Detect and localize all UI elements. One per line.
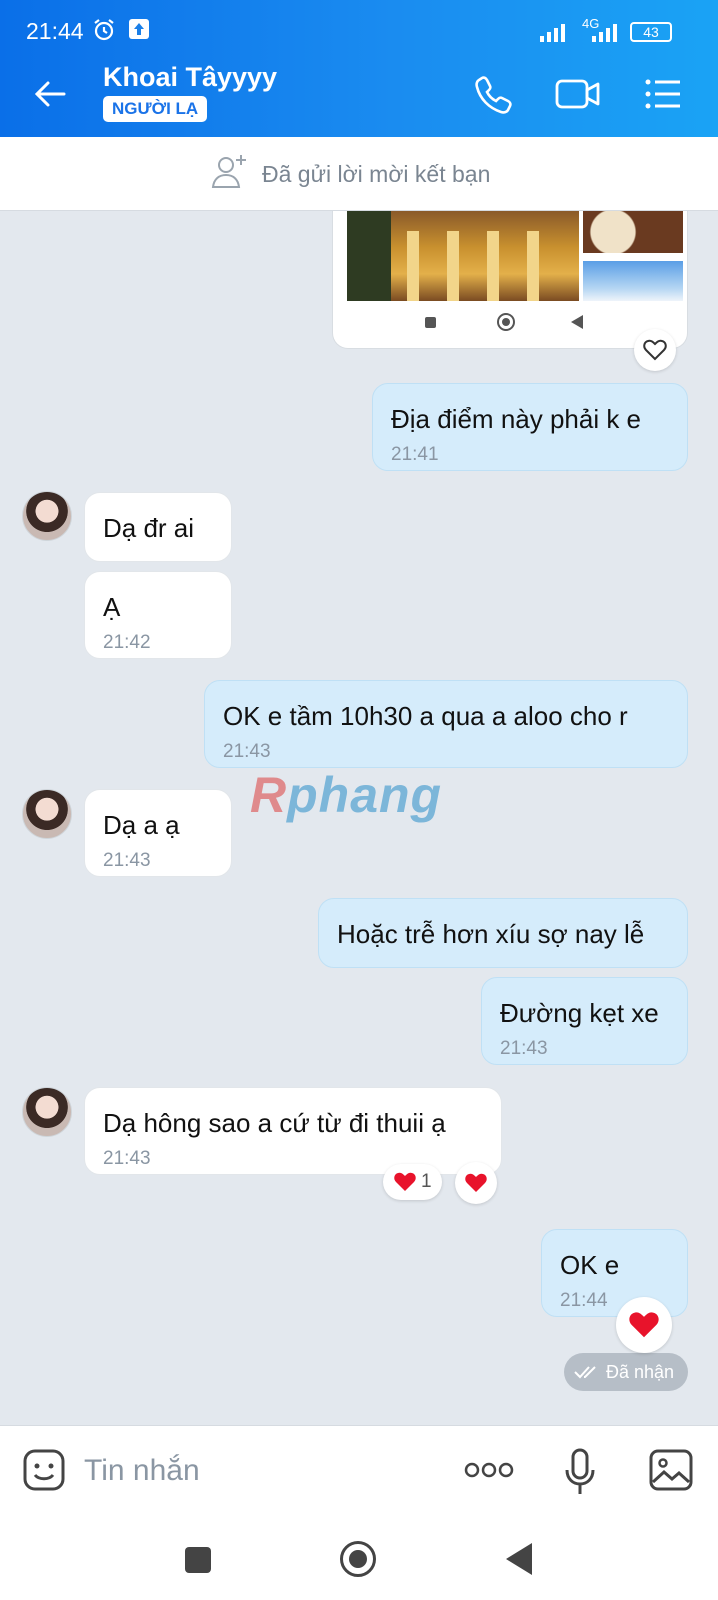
heart-icon: [629, 1312, 659, 1338]
shared-image-sky[interactable]: [583, 261, 683, 301]
upload-icon: [129, 19, 149, 39]
battery-level: 43: [643, 24, 659, 40]
react-button[interactable]: [634, 329, 676, 371]
message-time: 21:44: [560, 1290, 608, 1311]
heart-outline-icon: [643, 339, 667, 361]
message-text: Địa điểm này phải k e: [391, 404, 642, 434]
double-check-icon: [574, 1366, 596, 1379]
video-call-icon[interactable]: [554, 72, 602, 116]
signal-4g-icon: [592, 24, 617, 42]
message-text: Dạ a ạ: [103, 810, 180, 840]
seen-label: Đã nhận: [606, 1361, 675, 1382]
reaction-count: 1: [421, 1171, 432, 1192]
friend-request-bar: Đã gửi lời mời kết bạn: [0, 137, 718, 211]
chat-header: Khoai Tâyyyy NGƯỜI LẠ: [0, 50, 718, 137]
menu-list-icon[interactable]: [640, 72, 684, 116]
contact-avatar[interactable]: [22, 491, 72, 541]
message-bubble[interactable]: Ạ 21:42: [84, 571, 232, 659]
message-bubble[interactable]: Dạ đr ai: [84, 492, 232, 562]
chat-area[interactable]: Địa điểm này phải k e 21:41 Dạ đr ai Ạ 2…: [0, 211, 718, 1425]
message-text: OK e tầm 10h30 a qua a aloo cho r: [223, 701, 628, 731]
image-nav-square: [425, 317, 436, 328]
message-input-bar: Tin nhắn: [0, 1425, 718, 1517]
message-time: 21:42: [103, 632, 151, 653]
message-text: OK e: [560, 1250, 620, 1280]
react-button[interactable]: [616, 1297, 672, 1353]
react-button[interactable]: [455, 1162, 497, 1204]
battery-icon: 43: [630, 22, 672, 42]
stranger-badge: NGƯỜI LẠ: [103, 96, 208, 122]
signal-icon: [540, 24, 565, 42]
heart-icon: [394, 1172, 416, 1191]
friend-request-text: Đã gửi lời mời kết bạn: [262, 161, 491, 187]
message-bubble[interactable]: OK e 21:44: [541, 1229, 688, 1317]
message-time: 21:43: [500, 1038, 548, 1059]
message-bubble[interactable]: Hoặc trễ hơn xíu sợ nay lễ: [318, 898, 688, 968]
message-text: Ạ: [103, 592, 121, 622]
watermark-part-2: phang: [287, 767, 443, 823]
shared-image-building[interactable]: [347, 211, 579, 301]
watermark-part-1: R: [250, 767, 288, 823]
image-nav-circle: [497, 313, 515, 331]
recent-apps-button[interactable]: [185, 1547, 211, 1573]
shared-image-food[interactable]: [583, 211, 683, 253]
message-time: 21:41: [391, 444, 439, 465]
heart-icon: [465, 1173, 487, 1192]
message-input[interactable]: Tin nhắn: [84, 1454, 200, 1488]
message-bubble[interactable]: Địa điểm này phải k e 21:41: [372, 383, 688, 471]
message-text: Hoặc trễ hơn xíu sợ nay lễ: [337, 919, 645, 949]
message-time: 21:43: [103, 850, 151, 871]
message-bubble[interactable]: Đường kẹt xe 21:43: [481, 977, 688, 1065]
status-time: 21:44: [26, 18, 84, 44]
system-nav-bar: [0, 1517, 718, 1600]
contact-avatar[interactable]: [22, 1087, 72, 1137]
phone-call-icon[interactable]: [472, 72, 516, 116]
image-nav-triangle: [571, 315, 583, 329]
status-bar: 21:44 4G 43: [0, 0, 718, 50]
alarm-icon: [94, 19, 114, 41]
message-time: 21:43: [103, 1148, 151, 1169]
microphone-icon[interactable]: [562, 1448, 598, 1496]
message-bubble[interactable]: Dạ a ạ 21:43: [84, 789, 232, 877]
reaction-summary[interactable]: 1: [383, 1164, 442, 1200]
seen-status: Đã nhận: [564, 1353, 688, 1391]
shared-image-card[interactable]: [332, 211, 688, 349]
message-text: Dạ đr ai: [103, 513, 195, 543]
back-arrow-icon[interactable]: [30, 74, 70, 114]
emoji-sticker-icon[interactable]: [22, 1448, 66, 1492]
home-button[interactable]: [340, 1541, 376, 1577]
contact-name[interactable]: Khoai Tâyyyy: [103, 62, 277, 93]
more-options-icon[interactable]: [464, 1462, 514, 1478]
contact-avatar[interactable]: [22, 789, 72, 839]
message-bubble[interactable]: OK e tầm 10h30 a qua a aloo cho r 21:43: [204, 680, 688, 768]
message-text: Đường kẹt xe: [500, 998, 659, 1028]
back-button[interactable]: [506, 1543, 532, 1575]
image-gallery-icon[interactable]: [648, 1448, 694, 1492]
message-text: Dạ hông sao a cứ từ đi thuii ạ: [103, 1108, 446, 1138]
message-time: 21:43: [223, 741, 271, 762]
message-bubble[interactable]: Dạ hông sao a cứ từ đi thuii ạ 21:43: [84, 1087, 502, 1175]
add-friend-icon: [211, 155, 246, 188]
watermark-logo: Rphang: [250, 766, 442, 824]
